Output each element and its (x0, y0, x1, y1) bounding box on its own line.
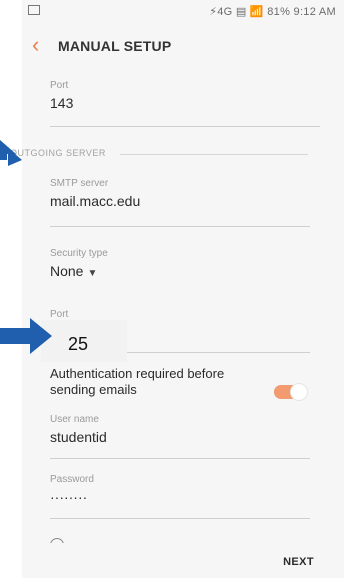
dropdown-arrow-icon: ▼ (87, 268, 98, 279)
user-name-field[interactable]: User name studentid (50, 414, 320, 459)
page-title: MANUAL SETUP (58, 38, 172, 54)
password-field[interactable]: Password ········ (50, 474, 320, 519)
security-type-field[interactable]: Security type None ▼ (50, 248, 320, 279)
app-bar: ‹ MANUAL SETUP (22, 24, 344, 68)
outgoing-port-field[interactable]: Port (50, 309, 320, 353)
smtp-server-field[interactable]: SMTP server mail.macc.edu (50, 178, 320, 227)
status-bar: ⚡4G ▤ 📶 81% 9:12 AM (22, 0, 344, 24)
security-type-label: Security type (50, 248, 108, 259)
smtp-server-value[interactable]: mail.macc.edu (50, 193, 320, 209)
security-type-dropdown[interactable]: None ▼ (50, 263, 320, 279)
smtp-server-label: SMTP server (50, 178, 109, 189)
outgoing-server-section: OUTGOING SERVER (10, 148, 310, 162)
incoming-port-underline (50, 126, 320, 127)
status-indicators: ⚡4G ▤ 📶 81% 9:12 AM (209, 6, 336, 18)
security-type-value: None (50, 263, 84, 279)
back-chevron-icon[interactable]: ‹ (32, 34, 39, 56)
incoming-port-field[interactable]: Port 143 (50, 80, 320, 127)
next-button[interactable]: NEXT (283, 556, 314, 568)
incoming-port-label: Port (50, 80, 69, 91)
password-underline (50, 518, 310, 519)
auth-required-label: Authentication required before sending e… (50, 366, 225, 397)
user-name-value[interactable]: studentid (50, 429, 320, 445)
incoming-port-value[interactable]: 143 (50, 95, 320, 111)
smtp-server-underline (50, 226, 310, 227)
section-divider (120, 154, 308, 155)
password-label: Password (50, 474, 94, 485)
user-name-underline (50, 458, 310, 459)
bottom-bar: NEXT (22, 543, 344, 578)
password-value[interactable]: ········ (50, 489, 320, 505)
annotation-arrow-upper (0, 140, 22, 166)
notification-icon (28, 5, 40, 15)
outgoing-port-input[interactable]: 25 (41, 320, 127, 362)
auth-required-toggle[interactable] (274, 383, 308, 401)
user-name-label: User name (50, 414, 99, 425)
section-title: OUTGOING SERVER (10, 148, 106, 158)
outgoing-port-label: Port (50, 309, 69, 320)
toggle-knob (290, 383, 308, 401)
annotation-arrow-lower (0, 318, 52, 354)
outgoing-port-value: 25 (68, 334, 89, 354)
